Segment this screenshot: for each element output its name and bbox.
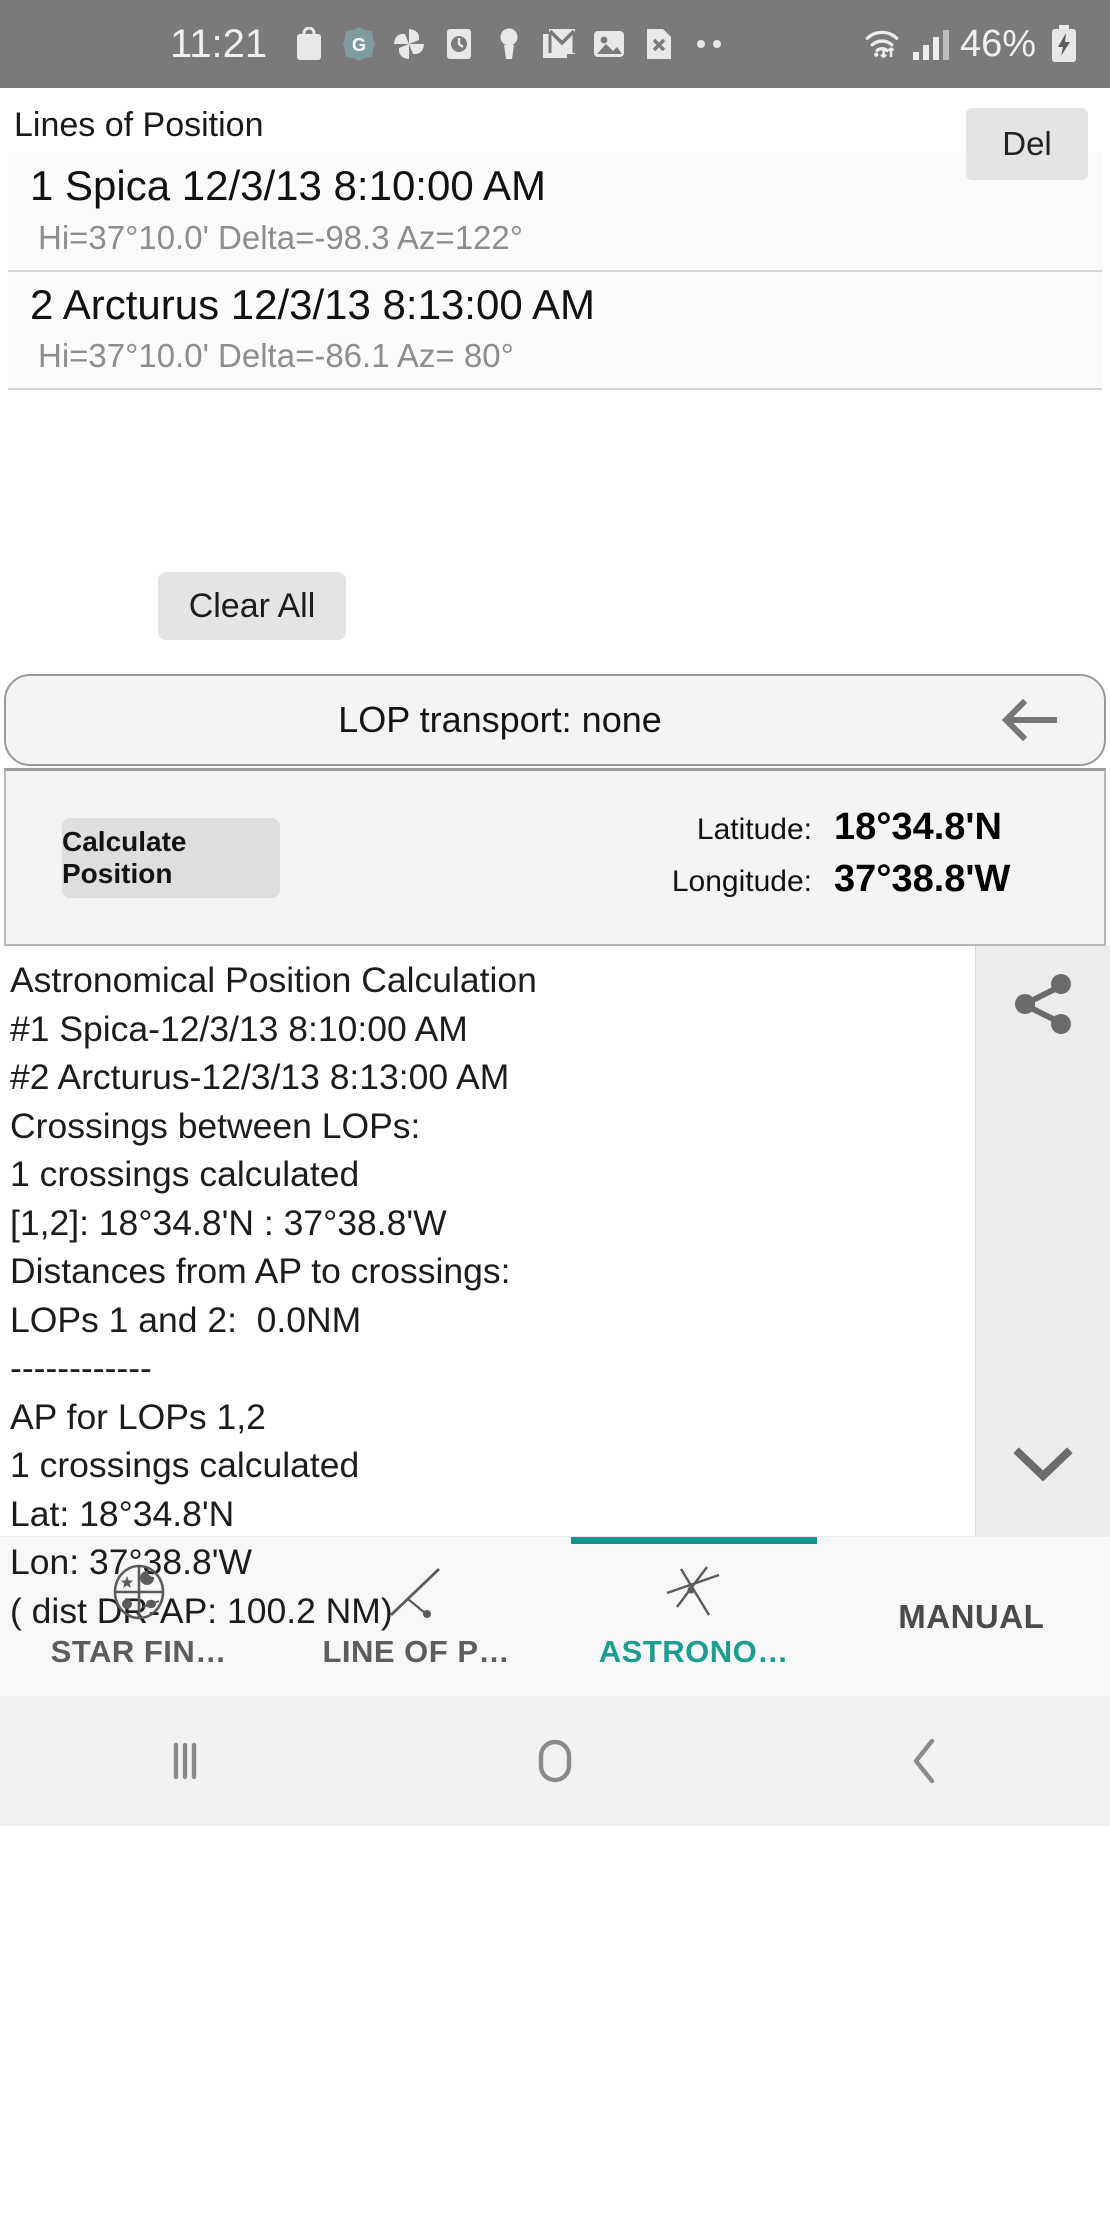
tab-label: STAR FIN… — [50, 1633, 227, 1669]
tab-label: MANUAL — [898, 1597, 1045, 1635]
calculation-panel: Calculate Position Latitude: 18°34.8'N L… — [4, 768, 1106, 947]
google-icon: G — [341, 24, 377, 64]
latitude-value: 18°34.8'N — [834, 805, 1002, 848]
home-icon[interactable] — [370, 1733, 740, 1789]
tab-manual[interactable]: MANUAL — [833, 1537, 1110, 1696]
photos-icon — [591, 24, 627, 64]
android-navigation-bar — [0, 1696, 1110, 1827]
list-item[interactable]: 1 Spica 12/3/13 8:10:00 AM Hi=37°10.0' D… — [8, 153, 1102, 272]
recents-icon[interactable] — [0, 1735, 370, 1787]
keyhole-icon — [491, 24, 527, 64]
signal-bars-icon — [910, 24, 950, 64]
calculation-output-area: Astronomical Position Calculation #1 Spi… — [0, 946, 1110, 1631]
lop-item-details: Hi=37°10.0' Delta=-98.3 Az=122° — [38, 218, 523, 256]
gmail-icon — [541, 24, 577, 64]
latitude-label: Latitude: — [696, 812, 812, 846]
lop-transport-label: LOP transport: none — [338, 699, 662, 741]
status-bar-clock: 11:21 — [170, 21, 268, 66]
clear-all-row: Clear All — [0, 572, 1110, 641]
battery-percent-label: 46% — [959, 22, 1036, 65]
delete-button[interactable]: Del — [966, 108, 1088, 180]
battery-charging-icon — [1046, 24, 1082, 64]
status-bar-system-icons: 46% — [864, 23, 1088, 66]
coordinates-readout: Latitude: 18°34.8'N Longitude: 37°38.8'W — [672, 806, 1052, 910]
app-root: 11:21 G 46% Lines of Position Del 1 Spic… — [0, 0, 1110, 2220]
tab-star-finder[interactable]: STAR FIN… — [0, 1537, 278, 1696]
pinwheel-icon — [391, 24, 427, 64]
longitude-row: Longitude: 37°38.8'W — [672, 858, 1052, 910]
astronomical-fix-icon — [661, 1564, 727, 1620]
bag-icon — [291, 24, 327, 64]
lop-item-details: Hi=37°10.0' Delta=-86.1 Az= 80° — [38, 337, 514, 375]
star-finder-icon — [109, 1564, 169, 1620]
lines-of-position-title: Lines of Position — [14, 106, 264, 144]
tab-astronomical[interactable]: ASTRONO… — [555, 1537, 833, 1696]
list-item[interactable]: 2 Arcturus 12/3/13 8:13:00 AM Hi=37°10.0… — [8, 271, 1102, 391]
calculation-output-text: Astronomical Position Calculation #1 Spi… — [0, 946, 975, 1631]
longitude-label: Longitude: — [671, 864, 812, 898]
x-file-icon — [641, 24, 677, 64]
clear-all-button[interactable]: Clear All — [158, 572, 346, 641]
wifi-icon — [864, 24, 900, 64]
latitude-row: Latitude: 18°34.8'N — [672, 806, 1052, 858]
lop-item-title: 1 Spica 12/3/13 8:10:00 AM — [30, 162, 547, 209]
lop-item-title: 2 Arcturus 12/3/13 8:13:00 AM — [30, 280, 596, 328]
chevron-down-icon[interactable] — [1013, 1445, 1073, 1490]
output-side-toolbar — [975, 946, 1110, 1537]
longitude-value: 37°38.8'W — [834, 857, 1011, 900]
calculate-position-button[interactable]: Calculate Position — [62, 817, 280, 898]
tab-label: LINE OF P… — [322, 1633, 511, 1669]
lop-transport-bar[interactable]: LOP transport: none — [4, 674, 1106, 767]
svg-text:G: G — [352, 35, 366, 55]
more-dots-icon — [691, 24, 727, 64]
clock-icon — [441, 24, 477, 64]
status-bar-notification-icons: G — [291, 24, 727, 64]
tab-line-of-position[interactable]: LINE OF P… — [278, 1537, 556, 1696]
status-bar: 11:21 G 46% — [0, 0, 1110, 88]
tab-label: ASTRONO… — [598, 1633, 789, 1669]
arrow-left-icon[interactable] — [954, 693, 1104, 747]
bottom-tab-bar: STAR FIN… LINE OF P… ASTRONO… MANUAL — [0, 1536, 1110, 1697]
back-icon[interactable] — [740, 1733, 1110, 1789]
lop-list: 1 Spica 12/3/13 8:10:00 AM Hi=37°10.0' D… — [8, 153, 1102, 391]
lines-of-position-section: Lines of Position Del 1 Spica 12/3/13 8:… — [0, 88, 1110, 391]
line-of-position-icon — [383, 1564, 449, 1620]
share-icon[interactable] — [1009, 970, 1077, 1043]
